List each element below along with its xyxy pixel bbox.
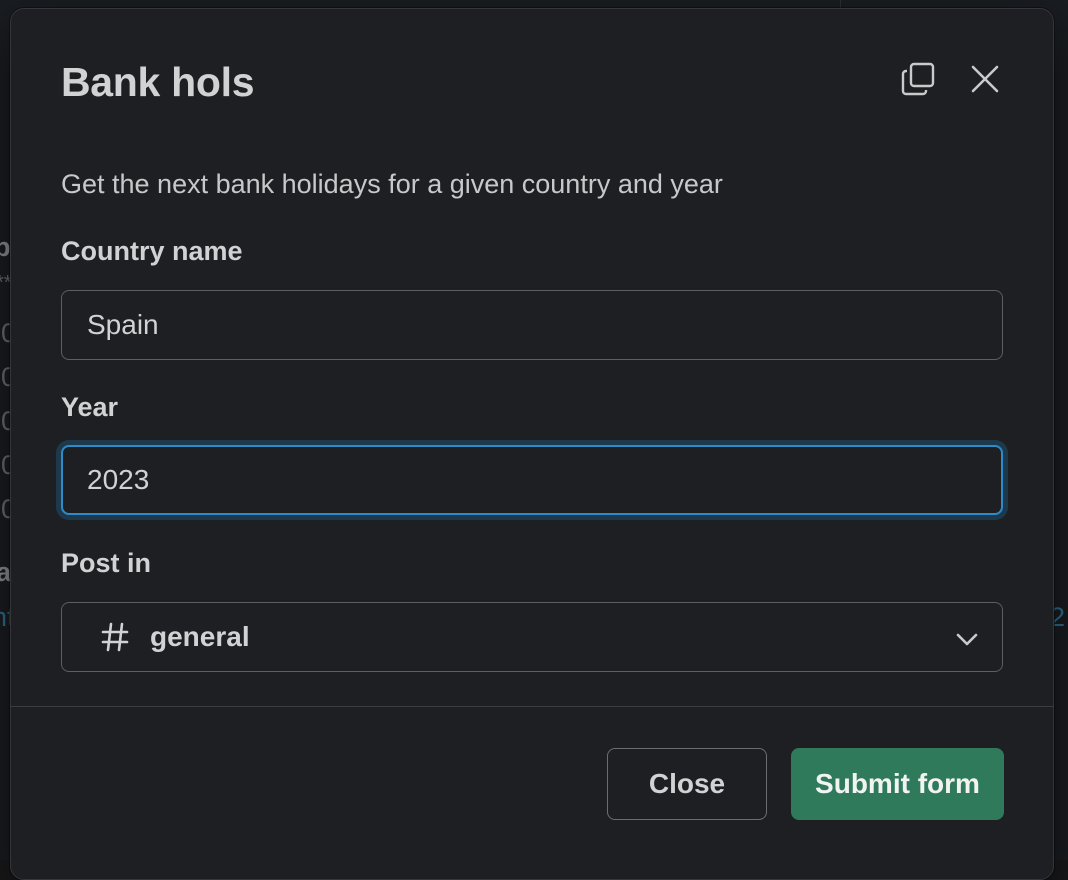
footer-divider [11,706,1053,707]
bank-hols-modal: Bank hols Get the next bank holidays for… [10,8,1054,880]
hash-icon [100,622,130,652]
country-name-input[interactable] [61,290,1003,360]
selected-channel: general [150,621,250,653]
modal-description: Get the next bank holidays for a given c… [61,169,723,200]
close-icon[interactable] [965,59,1005,99]
country-name-label: Country name [61,236,243,267]
close-button[interactable]: Close [607,748,767,820]
background-divider [840,0,841,8]
post-in-label: Post in [61,548,151,579]
year-label: Year [61,392,118,423]
year-input[interactable] [61,445,1003,515]
chevron-down-icon [954,626,980,652]
expand-window-icon[interactable] [898,59,938,99]
modal-title: Bank hols [61,59,254,106]
post-in-channel-select[interactable]: general [61,602,1003,672]
submit-form-button[interactable]: Submit form [791,748,1004,820]
